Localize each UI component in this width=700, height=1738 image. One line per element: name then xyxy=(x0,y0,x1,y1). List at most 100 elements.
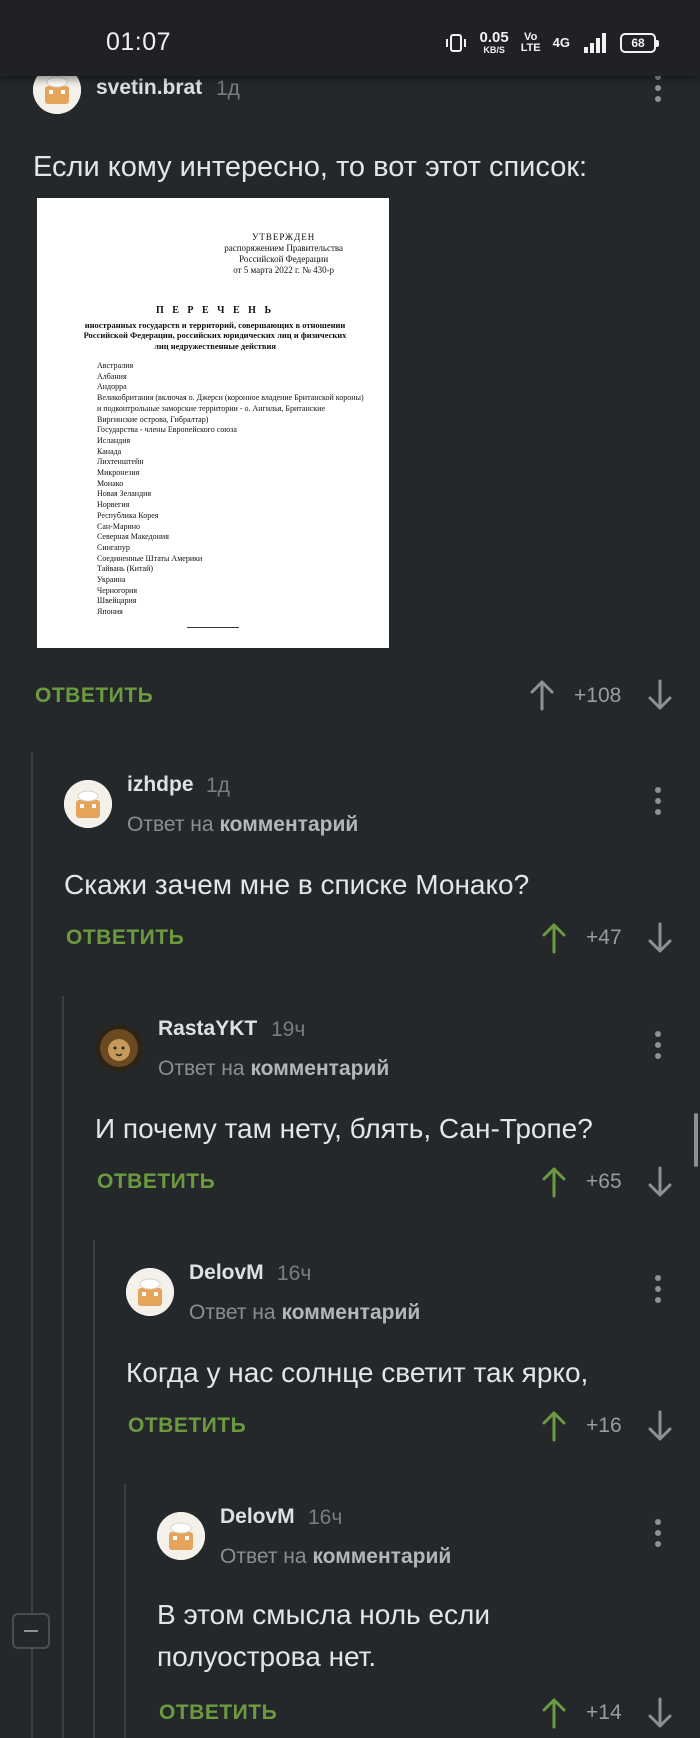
signal-icon xyxy=(584,32,606,53)
comment-text-line: полуострова нет. xyxy=(157,1641,377,1672)
comment-text: И почему там нету, блять, Сан-Тропе? xyxy=(95,1113,593,1144)
reply-button[interactable]: ОТВЕТИТЬ xyxy=(97,1170,215,1194)
downvote-icon[interactable] xyxy=(648,1410,672,1442)
reply-to-link[interactable]: комментарий xyxy=(312,1545,451,1568)
collapse-thread-button[interactable] xyxy=(12,1613,50,1649)
document-subtitle: иностранных государств и территорий, сов… xyxy=(83,319,347,351)
default-avatar-icon xyxy=(157,1512,205,1560)
battery-icon: 68 xyxy=(620,32,659,53)
document-approved-line: Российской Федерации xyxy=(239,254,329,264)
upvote-icon[interactable] xyxy=(542,922,566,954)
list-item: Сан-Марино xyxy=(97,521,141,531)
reply-to-line: Ответ на комментарий xyxy=(189,1301,420,1325)
downvote-icon[interactable] xyxy=(648,1697,672,1729)
list-item: Украина xyxy=(97,575,126,585)
comment-score: +16 xyxy=(586,1414,622,1437)
comment-score: +14 xyxy=(586,1701,622,1724)
document-approved-title: УТВЕРЖДЕН xyxy=(251,232,316,242)
list-item: Новая Зеландия xyxy=(97,489,152,499)
upvote-icon[interactable] xyxy=(542,1697,566,1729)
more-options-icon[interactable] xyxy=(654,1519,662,1549)
list-item: Канада xyxy=(97,446,122,456)
document-heading: П Е Р Е Ч Е Н Ь иностранных государств и… xyxy=(77,305,353,351)
list-item: Микронезия xyxy=(97,468,140,478)
reply-to-prefix: Ответ на xyxy=(189,1301,276,1324)
reply-button[interactable]: ОТВЕТИТЬ xyxy=(159,1701,277,1725)
list-item: Лихтенштейн xyxy=(97,457,144,467)
comment-score: +65 xyxy=(586,1170,622,1193)
scrollbar-thumb[interactable] xyxy=(694,1113,698,1167)
comment-text-line: В этом смысла ноль если xyxy=(157,1599,490,1630)
document-signature-line xyxy=(187,627,239,628)
avatar[interactable] xyxy=(95,1024,143,1072)
thread-line[interactable] xyxy=(62,996,64,1738)
reply-to-line: Ответ на комментарий xyxy=(127,813,358,837)
reply-to-prefix: Ответ на xyxy=(158,1057,245,1080)
thread-line[interactable] xyxy=(124,1484,126,1738)
reply-to-prefix: Ответ на xyxy=(220,1545,307,1568)
document-approved-line: распоряжением Правительства xyxy=(224,243,343,253)
username[interactable]: svetin.brat xyxy=(96,76,202,100)
comment-text: Скажи зачем мне в списке Монако? xyxy=(64,869,530,900)
list-item: Швейцария xyxy=(97,596,137,606)
comment-time: 16ч xyxy=(277,1262,312,1285)
reply-to-link[interactable]: комментарий xyxy=(281,1301,420,1324)
upvote-icon[interactable] xyxy=(542,1410,566,1442)
username[interactable]: RastaYKT xyxy=(158,1017,257,1041)
network-type: 4G xyxy=(552,35,570,50)
attached-document-image[interactable]: УТВЕРЖДЕН распоряжением Правительства Ро… xyxy=(37,198,389,648)
avatar[interactable] xyxy=(157,1512,205,1560)
volte-bottom: LTE xyxy=(520,41,541,54)
reply-to-link[interactable]: комментарий xyxy=(250,1057,389,1080)
list-item: Исландия xyxy=(97,435,131,445)
lion-avatar-icon xyxy=(95,1024,143,1072)
list-item: Тайвань (Китай) xyxy=(97,564,154,574)
upvote-icon[interactable] xyxy=(530,679,554,711)
more-options-icon[interactable] xyxy=(654,787,662,817)
username[interactable]: izhdpe xyxy=(127,773,194,797)
username[interactable]: DelovM xyxy=(220,1505,295,1529)
comment-time: 16ч xyxy=(308,1506,343,1529)
more-options-icon[interactable] xyxy=(654,1031,662,1061)
network-speed: 0.05 KB/S xyxy=(479,30,508,55)
more-options-icon[interactable] xyxy=(654,74,662,104)
document-approved-block: УТВЕРЖДЕН распоряжением Правительства Ро… xyxy=(224,232,343,276)
comment-score: +108 xyxy=(574,684,622,707)
avatar[interactable] xyxy=(126,1268,174,1316)
comment-time: 1д xyxy=(216,77,240,100)
list-item: Австралия xyxy=(97,361,134,370)
list-item: Соединенные Штаты Америки xyxy=(97,553,203,563)
comment-time: 19ч xyxy=(271,1018,306,1041)
downvote-icon[interactable] xyxy=(648,1166,672,1198)
vibrate-icon xyxy=(446,33,467,52)
document-country-list: Австралия Албания Андорра Великобритания… xyxy=(97,361,364,618)
list-item: Монако xyxy=(97,478,124,488)
document-approved-line: от 5 марта 2022 г. № 430-р xyxy=(233,265,335,275)
comment-text: В этом смысла ноль если полуострова нет. xyxy=(157,1594,490,1678)
list-item: Северная Македония xyxy=(97,532,169,542)
reply-to-link[interactable]: комментарий xyxy=(219,813,358,836)
status-bar: 01:07 0.05 KB/S Vo LTE 4G 68 xyxy=(0,0,700,76)
reply-to-line: Ответ на комментарий xyxy=(158,1057,389,1081)
avatar[interactable] xyxy=(64,780,112,828)
upvote-icon[interactable] xyxy=(542,1166,566,1198)
list-item: Республика Корея xyxy=(97,510,159,520)
volte-indicator: Vo LTE xyxy=(520,30,541,54)
reply-button[interactable]: ОТВЕТИТЬ xyxy=(66,926,184,950)
reply-to-prefix: Ответ на xyxy=(127,813,214,836)
volte-top: Vo xyxy=(524,30,538,43)
comment-time: 1д xyxy=(206,774,230,797)
network-speed-unit: KB/S xyxy=(483,45,505,55)
list-item: Черногория xyxy=(97,585,138,595)
reply-button[interactable]: ОТВЕТИТЬ xyxy=(35,684,153,708)
thread-line[interactable] xyxy=(31,752,33,1738)
status-time: 01:07 xyxy=(106,28,172,56)
list-item: Албания xyxy=(97,371,127,381)
more-options-icon[interactable] xyxy=(654,1275,662,1305)
downvote-icon[interactable] xyxy=(648,679,672,711)
list-item: Сингапур xyxy=(97,542,130,552)
username[interactable]: DelovM xyxy=(189,1261,264,1285)
downvote-icon[interactable] xyxy=(648,922,672,954)
reply-button[interactable]: ОТВЕТИТЬ xyxy=(128,1414,246,1438)
thread-line[interactable] xyxy=(93,1240,95,1738)
